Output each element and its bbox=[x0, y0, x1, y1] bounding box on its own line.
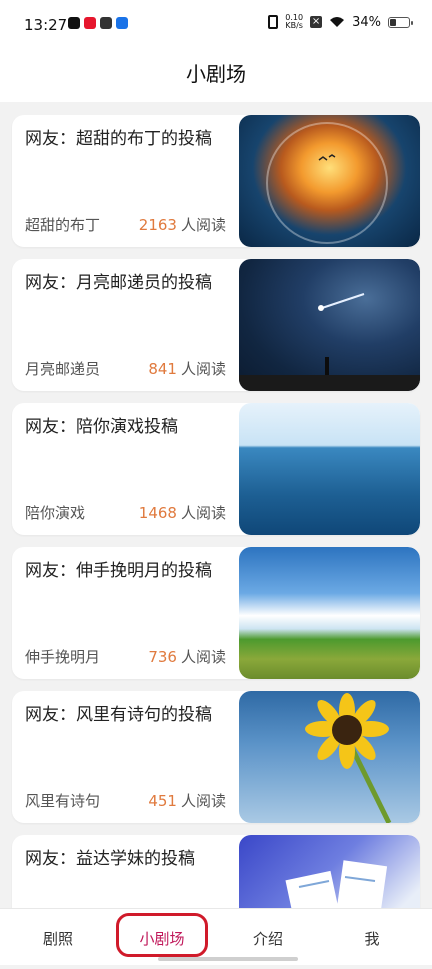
paper-illustration-image bbox=[239, 835, 420, 908]
read-count: 1468 人阅读 bbox=[139, 502, 226, 523]
status-app-icons bbox=[68, 17, 128, 29]
post-author: 超甜的布丁 bbox=[25, 216, 101, 234]
status-right: 0.10 KB/s × 34% bbox=[268, 14, 413, 30]
night-meteor-image bbox=[239, 259, 420, 391]
post-title: 网友：陪你演戏投稿 bbox=[25, 417, 178, 437]
wifi-icon bbox=[330, 17, 345, 27]
read-count-number: 1468 bbox=[138, 504, 177, 522]
read-count-suffix: 人阅读 bbox=[180, 792, 226, 810]
tiktok-icon bbox=[68, 17, 80, 29]
post-author: 月亮邮递员 bbox=[25, 360, 101, 378]
read-count: 841 人阅读 bbox=[148, 358, 226, 379]
night-meteor-art bbox=[239, 293, 420, 391]
read-count-suffix: 人阅读 bbox=[180, 360, 226, 378]
post-title: 网友：超甜的布丁的投稿 bbox=[25, 129, 212, 149]
post-card[interactable]: 网友：陪你演戏投稿 陪你演戏 1468 人阅读 bbox=[12, 403, 420, 535]
highlight-box bbox=[116, 913, 208, 957]
home-indicator[interactable] bbox=[158, 957, 298, 961]
read-count-suffix: 人阅读 bbox=[180, 648, 226, 666]
post-card[interactable]: 网友：益达学妹的投稿 bbox=[12, 835, 420, 908]
sunset-sphere-image bbox=[239, 115, 420, 247]
post-card[interactable]: 网友：伸手挽明月的投稿 伸手挽明月 736 人阅读 bbox=[12, 547, 420, 679]
post-list[interactable]: 网友：超甜的布丁的投稿 超甜的布丁 2163 人阅读 网友：月亮邮递员的投稿 月亮… bbox=[0, 104, 432, 908]
vibrate-icon bbox=[268, 15, 279, 29]
post-card[interactable]: 网友：月亮邮递员的投稿 月亮邮递员 841 人阅读 bbox=[12, 259, 420, 391]
post-title: 网友：风里有诗句的投稿 bbox=[25, 705, 212, 725]
read-count-number: 451 bbox=[148, 792, 177, 810]
weibo-icon bbox=[84, 17, 96, 29]
post-author: 陪你演戏 bbox=[25, 504, 86, 522]
read-count: 736 人阅读 bbox=[148, 646, 226, 667]
page-header: 小剧场 bbox=[0, 52, 432, 102]
tab-stills[interactable]: 剧照 bbox=[4, 909, 112, 965]
grassland-clouds-image bbox=[239, 547, 420, 679]
read-count: 2163 人阅读 bbox=[139, 214, 226, 235]
post-title: 网友：益达学妹的投稿 bbox=[25, 849, 195, 869]
post-card[interactable]: 网友：风里有诗句的投稿 风里有诗句 451 人阅读 bbox=[12, 691, 420, 823]
sync-app-icon bbox=[100, 17, 112, 29]
no-sim-icon: × bbox=[310, 16, 323, 28]
map-app-icon bbox=[116, 17, 128, 29]
read-count: 451 人阅读 bbox=[148, 790, 226, 811]
net-speed-unit: KB/s bbox=[285, 21, 303, 30]
net-speed: 0.10 KB/s bbox=[285, 14, 303, 30]
tab-me[interactable]: 我 bbox=[318, 909, 426, 965]
post-author: 伸手挽明月 bbox=[25, 648, 101, 666]
post-title: 网友：伸手挽明月的投稿 bbox=[25, 561, 212, 581]
post-author: 风里有诗句 bbox=[25, 792, 101, 810]
sunflower-image bbox=[239, 691, 420, 823]
status-time: 13:27 bbox=[24, 16, 68, 34]
read-count-number: 841 bbox=[148, 360, 177, 378]
battery-icon bbox=[388, 16, 413, 28]
battery-level bbox=[390, 18, 396, 26]
paper-illustration-art bbox=[285, 860, 388, 908]
ocean-image bbox=[239, 403, 420, 535]
post-card[interactable]: 网友：超甜的布丁的投稿 超甜的布丁 2163 人阅读 bbox=[12, 115, 420, 247]
sunflower-art bbox=[305, 693, 392, 823]
read-count-suffix: 人阅读 bbox=[180, 216, 226, 234]
status-bar: 13:27 0.10 KB/s × 34% bbox=[0, 0, 432, 52]
read-count-number: 2163 bbox=[138, 216, 177, 234]
page-title: 小剧场 bbox=[186, 62, 246, 86]
sunset-sphere-art bbox=[266, 122, 388, 244]
read-count-number: 736 bbox=[148, 648, 177, 666]
battery-percent: 34% bbox=[352, 14, 381, 30]
read-count-suffix: 人阅读 bbox=[180, 504, 226, 522]
post-title: 网友：月亮邮递员的投稿 bbox=[25, 273, 212, 293]
